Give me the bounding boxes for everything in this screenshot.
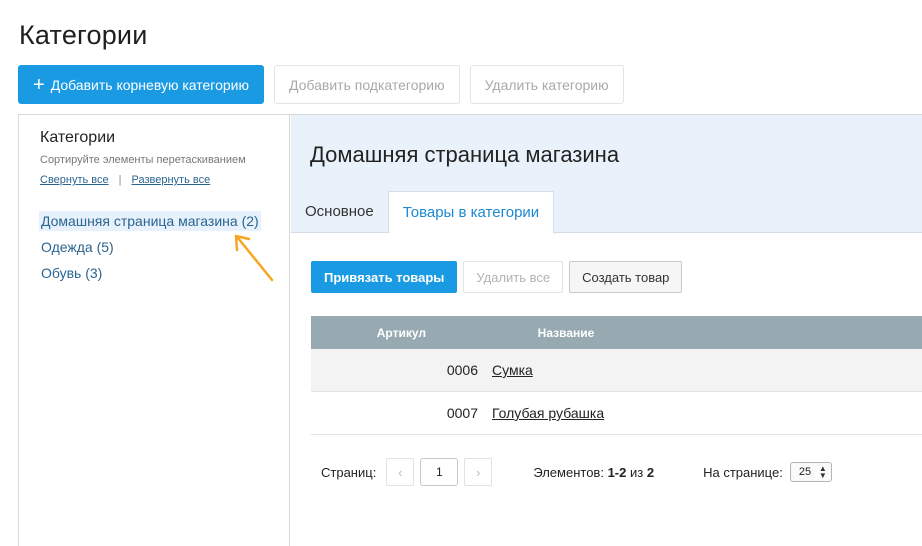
add-root-category-label: Добавить корневую категорию <box>50 76 249 93</box>
table-header: Артикул Название <box>311 316 922 349</box>
product-link[interactable]: Голубая рубашка <box>492 405 604 421</box>
plus-icon: + <box>33 73 45 96</box>
delete-all-button[interactable]: Удалить все <box>463 261 564 293</box>
add-root-category-button[interactable]: + Добавить корневую категорию <box>18 65 264 104</box>
toolbar: + Добавить корневую категорию Добавить п… <box>18 65 624 104</box>
tab-products[interactable]: Товары в категории <box>387 191 555 234</box>
chevron-right-icon: › <box>476 464 481 480</box>
main-panel: Домашняя страница магазина Основное Това… <box>291 115 922 546</box>
delete-category-button[interactable]: Удалить категорию <box>469 65 624 104</box>
per-page-select[interactable]: 25 ▲ ▼ <box>789 462 832 482</box>
tree-controls: Свернуть все | Развернуть все <box>40 174 210 186</box>
category-title: Домашняя страница магазина <box>310 142 620 167</box>
collapse-all-link[interactable]: Свернуть все <box>40 174 109 186</box>
per-page-label: На странице: <box>703 464 783 480</box>
sidebar: Категории Сортируйте элементы перетаскив… <box>19 115 290 546</box>
cell-sku: 0006 <box>446 362 478 378</box>
product-link[interactable]: Сумка <box>492 362 533 378</box>
tabs: Основное Товары в категории <box>291 191 555 234</box>
sidebar-hint: Сортируйте элементы перетаскиванием <box>40 154 246 166</box>
column-header-name[interactable]: Название <box>441 326 691 340</box>
category-header: Домашняя страница магазина Основное Това… <box>291 115 922 234</box>
tab-general[interactable]: Основное <box>291 191 388 233</box>
page-number-input[interactable]: 1 <box>420 458 459 486</box>
add-subcategory-button[interactable]: Добавить подкатегорию <box>273 65 460 104</box>
create-product-button[interactable]: Создать товар <box>569 261 683 293</box>
pagination: Страниц: ‹ 1 › Элементов: 1-2 из 2 На ст… <box>321 458 921 486</box>
items-count: Элементов: 1-2 из 2 <box>533 465 654 480</box>
column-header-sku[interactable]: Артикул <box>311 326 426 340</box>
select-arrows-icon: ▲ ▼ <box>818 464 827 480</box>
expand-all-link[interactable]: Развернуть все <box>132 174 211 186</box>
per-page-value: 25 <box>798 466 812 478</box>
items-total: 2 <box>646 464 655 480</box>
page-title: Категории <box>19 20 148 50</box>
attach-products-button[interactable]: Привязать товары <box>311 261 458 293</box>
table-row: 0007 Голубая рубашка <box>311 392 922 435</box>
annotation-arrow-icon <box>234 234 274 282</box>
products-table: Артикул Название 0006 Сумка 0007 Голубая… <box>311 316 922 435</box>
next-page-button[interactable]: › <box>464 458 493 486</box>
link-separator: | <box>118 174 122 186</box>
content-frame: Категории Сортируйте элементы перетаскив… <box>18 114 922 546</box>
sidebar-title: Категории <box>40 129 116 146</box>
items-label: Элементов: <box>533 464 604 480</box>
cell-sku: 0007 <box>446 405 478 421</box>
chevron-left-icon: ‹ <box>398 464 403 480</box>
table-row: 0006 Сумка <box>311 349 922 392</box>
prev-page-button[interactable]: ‹ <box>386 458 415 486</box>
product-actions: Привязать товары Удалить все Создать тов… <box>311 261 683 293</box>
items-range: 1-2 <box>607 464 627 480</box>
pages-label: Страниц: <box>321 464 377 480</box>
items-of: из <box>630 464 644 480</box>
